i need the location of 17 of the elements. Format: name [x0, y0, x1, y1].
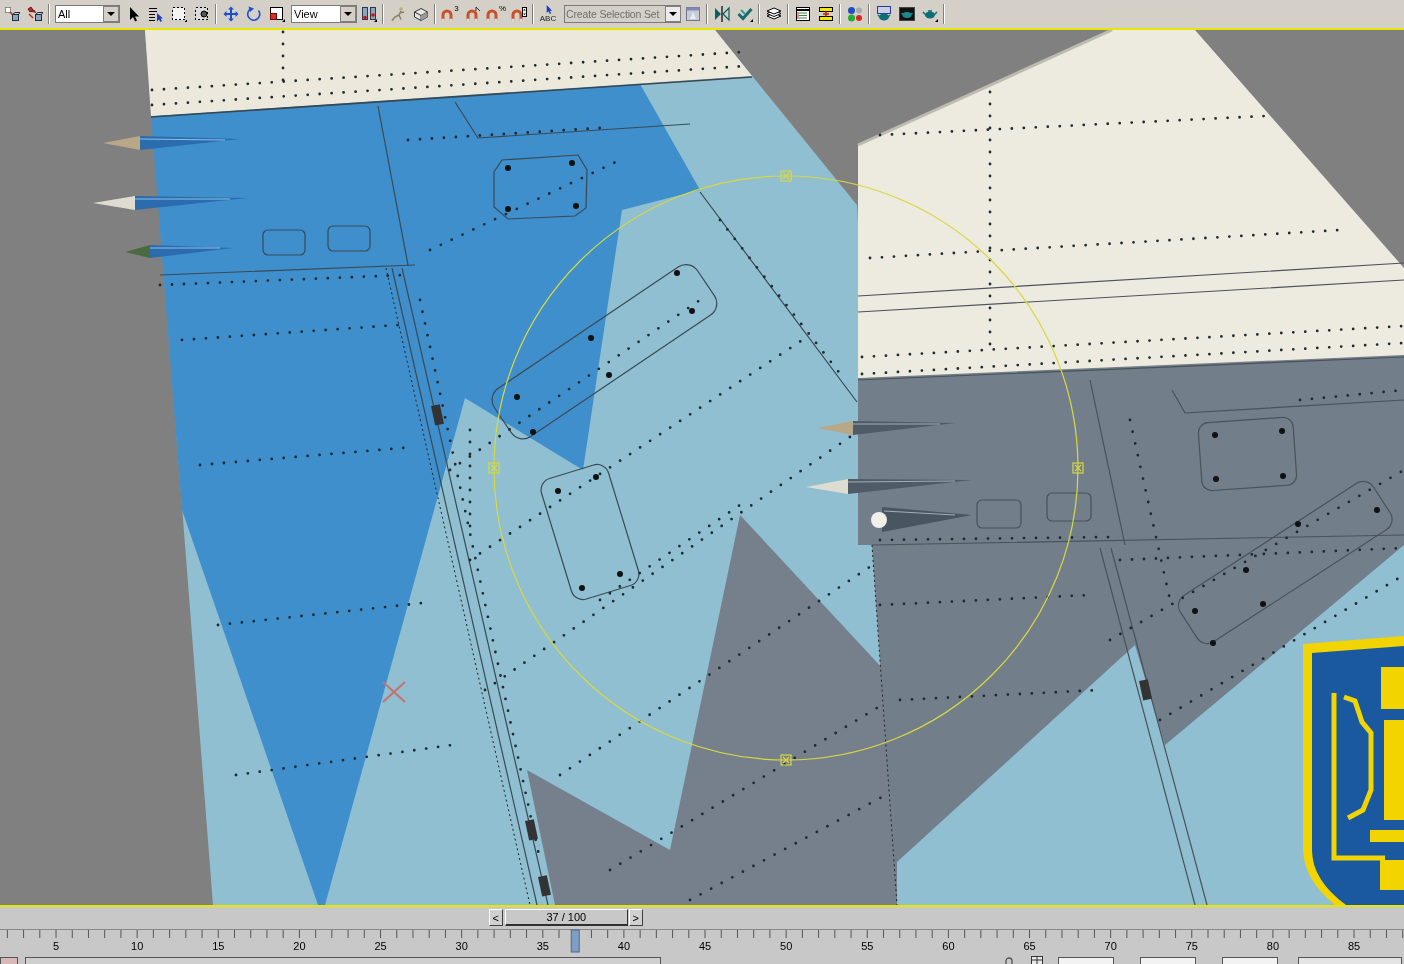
frame-number: 40: [617, 940, 631, 952]
frame-number: 85: [1347, 940, 1361, 952]
frame-number: 80: [1266, 940, 1280, 952]
frame-number: 20: [293, 940, 306, 952]
frame-number: 65: [1023, 940, 1036, 952]
frame-number: 75: [1185, 940, 1198, 952]
frame-number: 25: [374, 940, 387, 952]
frame-number: 50: [780, 940, 793, 952]
frame-number: 60: [942, 940, 955, 952]
frame-number: 55: [861, 940, 874, 952]
frame-number: 15: [212, 940, 225, 952]
frame-number: 5: [52, 940, 60, 952]
frame-number: 70: [1104, 940, 1117, 952]
frame-number: 35: [536, 940, 549, 952]
frame-number: 10: [131, 940, 144, 952]
frame-number: 30: [455, 940, 468, 952]
frame-number: 45: [698, 940, 712, 952]
